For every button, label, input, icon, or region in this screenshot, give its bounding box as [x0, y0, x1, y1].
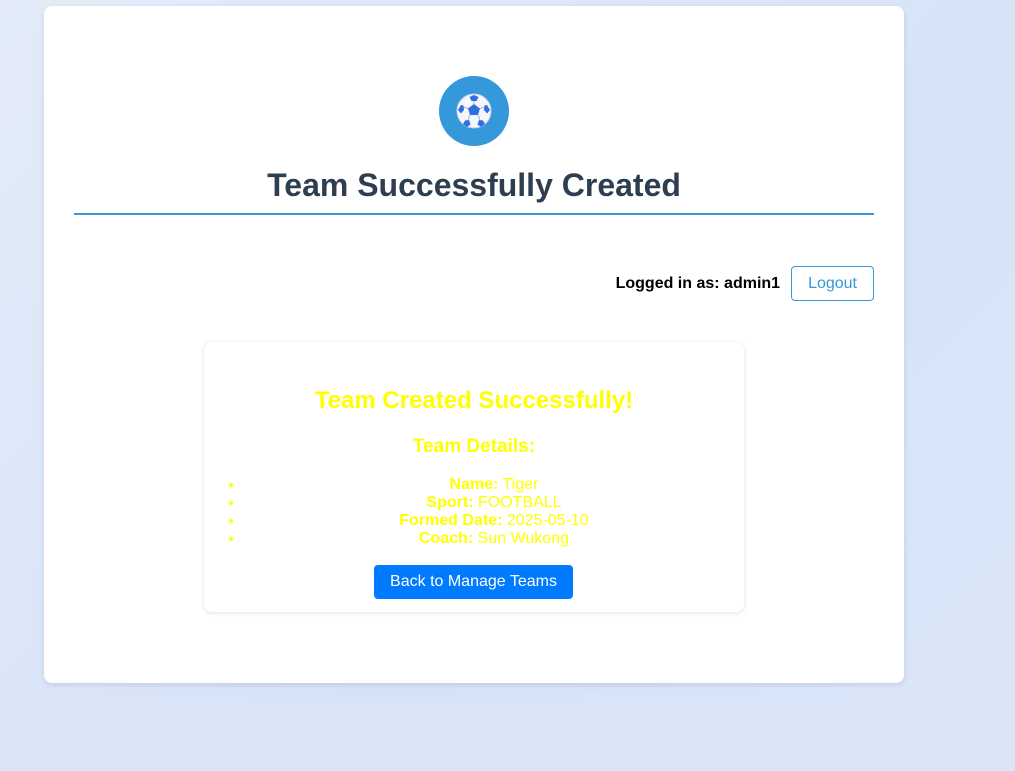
logout-button[interactable]: Logout [791, 266, 874, 301]
detail-label: Coach: [418, 530, 474, 547]
team-details-list: Name: Tiger Sport: FOOTBALL Formed Date:… [204, 476, 744, 548]
title-divider [74, 213, 874, 215]
user-bar: Logged in as: admin1 Logout [616, 266, 874, 301]
success-heading: Team Created Successfully! [314, 387, 634, 414]
detail-value: 2025-05-10 [506, 512, 589, 529]
back-to-manage-teams-button[interactable]: Back to Manage Teams [374, 565, 573, 599]
soccer-ball-icon [456, 93, 492, 129]
detail-formed-date: Formed Date: 2025-05-10 [244, 512, 744, 530]
page-background-band [0, 703, 1015, 771]
detail-label: Sport: [426, 494, 474, 511]
page-title: Team Successfully Created [267, 167, 681, 203]
main-card: Team Successfully Created Logged in as: … [44, 6, 904, 683]
detail-sport: Sport: FOOTBALL [244, 494, 744, 512]
success-card: Team Created Successfully! Team Details:… [204, 342, 744, 612]
team-details-heading: Team Details: [412, 436, 536, 457]
logged-in-status: Logged in as: admin1 [615, 274, 781, 292]
detail-label: Formed Date: [399, 512, 503, 529]
detail-label: Name: [449, 476, 499, 493]
detail-value: FOOTBALL [477, 494, 562, 511]
logo-badge [439, 76, 509, 146]
detail-name: Name: Tiger [244, 476, 744, 494]
detail-coach: Coach: Sun Wukong [244, 530, 744, 548]
detail-value: Tiger [502, 476, 539, 493]
detail-value: Sun Wukong [477, 530, 569, 547]
